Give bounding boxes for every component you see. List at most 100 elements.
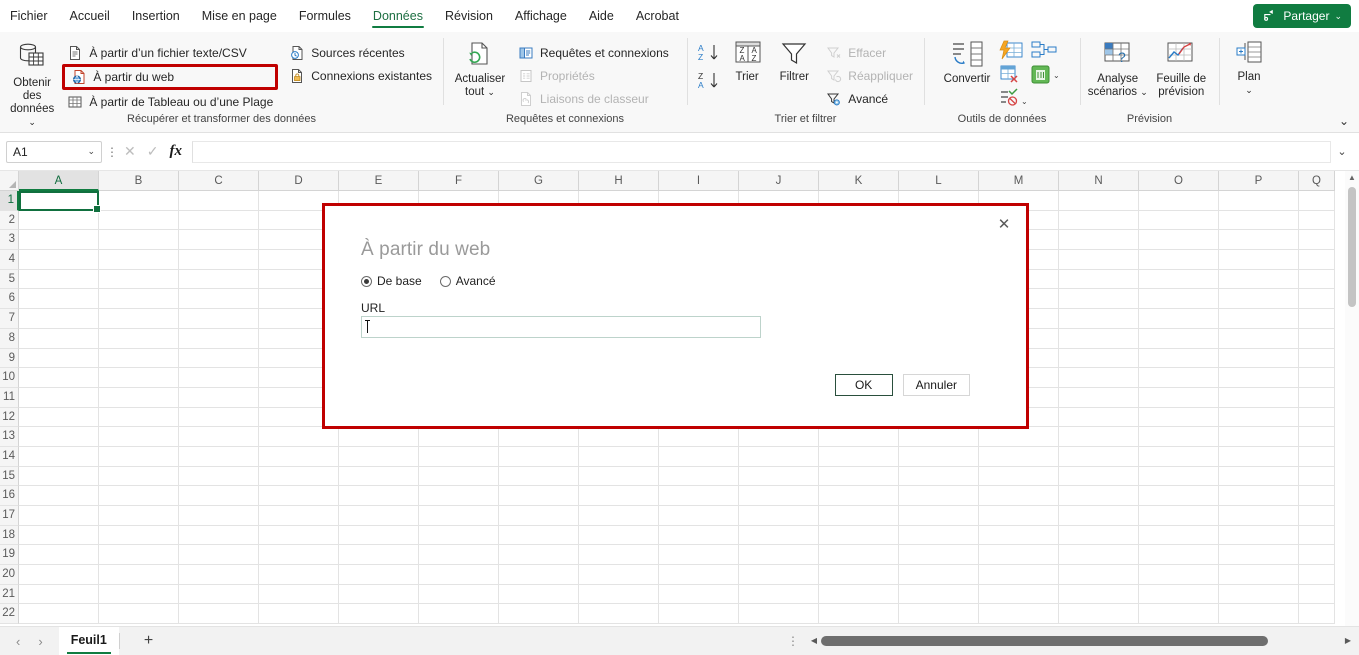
- cell-E21[interactable]: [339, 584, 419, 605]
- tab-insertion[interactable]: Insertion: [121, 0, 191, 32]
- cell-N16[interactable]: [1059, 486, 1139, 506]
- row-header-12[interactable]: 12: [0, 407, 19, 428]
- cell-B8[interactable]: [99, 328, 179, 349]
- cell-P4[interactable]: [1219, 250, 1299, 270]
- cell-F16[interactable]: [419, 486, 499, 506]
- row-header-9[interactable]: 9: [0, 348, 19, 369]
- cell-J17[interactable]: [739, 506, 819, 526]
- cell-O20[interactable]: [1139, 565, 1219, 585]
- cell-E17[interactable]: [339, 506, 419, 526]
- cell-L19[interactable]: [899, 545, 979, 566]
- cell-K20[interactable]: [819, 565, 899, 585]
- from-text-csv-item[interactable]: À partir d’un fichier texte/CSV: [62, 41, 278, 64]
- cell-A17[interactable]: [19, 506, 99, 526]
- cell-Q11[interactable]: [1299, 387, 1335, 408]
- cell-L17[interactable]: [899, 506, 979, 526]
- column-header-m[interactable]: M: [979, 171, 1059, 191]
- scroll-up-icon[interactable]: ▲: [1345, 171, 1359, 185]
- row-header-5[interactable]: 5: [0, 269, 19, 290]
- cell-A3[interactable]: [19, 230, 99, 251]
- cell-C14[interactable]: [179, 446, 259, 467]
- cell-N1[interactable]: [1059, 191, 1139, 211]
- column-header-p[interactable]: P: [1219, 171, 1299, 191]
- cell-H18[interactable]: [579, 525, 659, 546]
- cell-B11[interactable]: [99, 387, 179, 408]
- cell-C11[interactable]: [179, 387, 259, 408]
- cell-Q14[interactable]: [1299, 446, 1335, 467]
- cell-K14[interactable]: [819, 446, 899, 467]
- cell-O11[interactable]: [1139, 387, 1219, 408]
- row-header-17[interactable]: 17: [0, 506, 19, 526]
- cell-N13[interactable]: [1059, 427, 1139, 447]
- cell-A21[interactable]: [19, 584, 99, 605]
- cell-N11[interactable]: [1059, 387, 1139, 408]
- cell-M19[interactable]: [979, 545, 1059, 566]
- cell-P21[interactable]: [1219, 584, 1299, 605]
- text-to-columns-button[interactable]: Convertir: [936, 36, 998, 86]
- cell-B3[interactable]: [99, 230, 179, 251]
- cell-K22[interactable]: [819, 604, 899, 625]
- cell-O7[interactable]: [1139, 309, 1219, 329]
- row-header-22[interactable]: 22: [0, 604, 19, 625]
- forecast-sheet-button[interactable]: Feuille de prévision: [1150, 36, 1214, 99]
- ok-button[interactable]: OK: [834, 374, 893, 396]
- cell-D18[interactable]: [259, 525, 339, 546]
- cell-F22[interactable]: [419, 604, 499, 625]
- cell-A13[interactable]: [19, 427, 99, 447]
- cell-D17[interactable]: [259, 506, 339, 526]
- cell-P12[interactable]: [1219, 407, 1299, 428]
- cell-B19[interactable]: [99, 545, 179, 566]
- cell-C1[interactable]: [179, 191, 259, 211]
- cell-C10[interactable]: [179, 368, 259, 388]
- cell-Q12[interactable]: [1299, 407, 1335, 428]
- cell-K16[interactable]: [819, 486, 899, 506]
- cell-K18[interactable]: [819, 525, 899, 546]
- cell-C5[interactable]: [179, 269, 259, 290]
- cell-B12[interactable]: [99, 407, 179, 428]
- cell-G20[interactable]: [499, 565, 579, 585]
- cell-H15[interactable]: [579, 466, 659, 487]
- cell-O21[interactable]: [1139, 584, 1219, 605]
- cell-P17[interactable]: [1219, 506, 1299, 526]
- cell-P2[interactable]: [1219, 210, 1299, 231]
- cell-I19[interactable]: [659, 545, 739, 566]
- cell-G13[interactable]: [499, 427, 579, 447]
- cell-F17[interactable]: [419, 506, 499, 526]
- cell-H21[interactable]: [579, 584, 659, 605]
- cell-A11[interactable]: [19, 387, 99, 408]
- row-header-6[interactable]: 6: [0, 289, 19, 310]
- cell-A7[interactable]: [19, 309, 99, 329]
- cell-A6[interactable]: [19, 289, 99, 310]
- cell-N12[interactable]: [1059, 407, 1139, 428]
- cell-C8[interactable]: [179, 328, 259, 349]
- column-header-i[interactable]: I: [659, 171, 739, 191]
- cell-Q2[interactable]: [1299, 210, 1335, 231]
- formula-input[interactable]: [191, 140, 1331, 163]
- cell-C7[interactable]: [179, 309, 259, 329]
- cell-K21[interactable]: [819, 584, 899, 605]
- cell-Q3[interactable]: [1299, 230, 1335, 251]
- cell-A15[interactable]: [19, 466, 99, 487]
- filter-button[interactable]: Filtrer: [769, 36, 819, 84]
- column-header-b[interactable]: B: [99, 171, 179, 191]
- cell-O13[interactable]: [1139, 427, 1219, 447]
- cell-P20[interactable]: [1219, 565, 1299, 585]
- cell-E19[interactable]: [339, 545, 419, 566]
- column-header-c[interactable]: C: [179, 171, 259, 191]
- cell-D16[interactable]: [259, 486, 339, 506]
- column-header-n[interactable]: N: [1059, 171, 1139, 191]
- close-icon[interactable]: ✕: [992, 213, 1016, 235]
- cell-I17[interactable]: [659, 506, 739, 526]
- from-web-item[interactable]: À partir du web: [62, 64, 279, 90]
- cell-O15[interactable]: [1139, 466, 1219, 487]
- cell-B10[interactable]: [99, 368, 179, 388]
- next-sheet-icon[interactable]: ›: [38, 634, 42, 649]
- cell-G15[interactable]: [499, 466, 579, 487]
- cell-P16[interactable]: [1219, 486, 1299, 506]
- row-header-15[interactable]: 15: [0, 466, 19, 487]
- cell-N21[interactable]: [1059, 584, 1139, 605]
- collapse-ribbon-button[interactable]: ⌄: [1339, 114, 1349, 128]
- formula-bar-menu-button[interactable]: ⋮: [102, 145, 122, 159]
- cell-A19[interactable]: [19, 545, 99, 566]
- cell-D20[interactable]: [259, 565, 339, 585]
